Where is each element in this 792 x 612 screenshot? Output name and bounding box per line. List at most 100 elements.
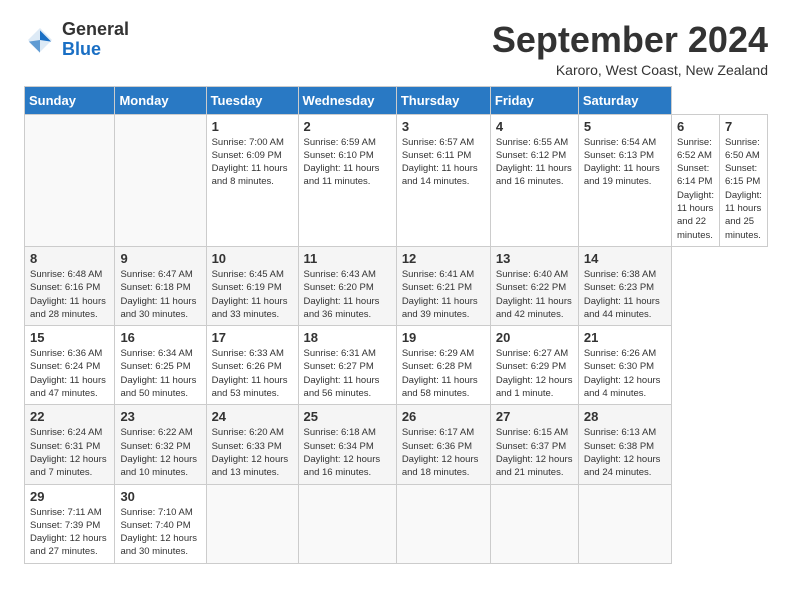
day-info-24: Sunrise: 6:20 AMSunset: 6:33 PMDaylight:… xyxy=(212,426,293,479)
title-block: September 2024 Karoro, West Coast, New Z… xyxy=(492,20,768,78)
day-info-18: Sunrise: 6:31 AMSunset: 6:27 PMDaylight:… xyxy=(304,347,391,400)
day-info-15: Sunrise: 6:36 AMSunset: 6:24 PMDaylight:… xyxy=(30,347,109,400)
day-info-20: Sunrise: 6:27 AMSunset: 6:29 PMDaylight:… xyxy=(496,347,573,400)
day-number-14: 14 xyxy=(584,251,666,266)
weekday-header-sunday: Sunday xyxy=(25,86,115,114)
day-info-21: Sunrise: 6:26 AMSunset: 6:30 PMDaylight:… xyxy=(584,347,666,400)
day-info-26: Sunrise: 6:17 AMSunset: 6:36 PMDaylight:… xyxy=(402,426,485,479)
day-cell-13: 13 Sunrise: 6:40 AMSunset: 6:22 PMDayligh… xyxy=(490,246,578,325)
day-number-9: 9 xyxy=(120,251,200,266)
day-number-21: 21 xyxy=(584,330,666,345)
page-header: General Blue September 2024 Karoro, West… xyxy=(24,20,768,78)
day-info-25: Sunrise: 6:18 AMSunset: 6:34 PMDaylight:… xyxy=(304,426,391,479)
day-info-7: Sunrise: 6:50 AMSunset: 6:15 PMDaylight:… xyxy=(725,136,762,242)
empty-cell xyxy=(206,484,298,563)
day-info-29: Sunrise: 7:11 AMSunset: 7:39 PMDaylight:… xyxy=(30,506,109,559)
day-number-5: 5 xyxy=(584,119,666,134)
day-number-18: 18 xyxy=(304,330,391,345)
day-info-5: Sunrise: 6:54 AMSunset: 6:13 PMDaylight:… xyxy=(584,136,666,189)
day-number-12: 12 xyxy=(402,251,485,266)
day-cell-14: 14 Sunrise: 6:38 AMSunset: 6:23 PMDayligh… xyxy=(578,246,671,325)
day-info-13: Sunrise: 6:40 AMSunset: 6:22 PMDaylight:… xyxy=(496,268,573,321)
calendar-table: SundayMondayTuesdayWednesdayThursdayFrid… xyxy=(24,86,768,564)
day-cell-6: 6 Sunrise: 6:52 AMSunset: 6:14 PMDaylight… xyxy=(672,114,720,246)
day-info-6: Sunrise: 6:52 AMSunset: 6:14 PMDaylight:… xyxy=(677,136,714,242)
logo-text: General Blue xyxy=(62,20,129,60)
day-number-4: 4 xyxy=(496,119,573,134)
day-info-4: Sunrise: 6:55 AMSunset: 6:12 PMDaylight:… xyxy=(496,136,573,189)
day-info-9: Sunrise: 6:47 AMSunset: 6:18 PMDaylight:… xyxy=(120,268,200,321)
month-title: September 2024 xyxy=(492,20,768,60)
weekday-header-saturday: Saturday xyxy=(578,86,671,114)
day-cell-25: 25 Sunrise: 6:18 AMSunset: 6:34 PMDayligh… xyxy=(298,405,396,484)
day-number-10: 10 xyxy=(212,251,293,266)
day-info-28: Sunrise: 6:13 AMSunset: 6:38 PMDaylight:… xyxy=(584,426,666,479)
day-cell-17: 17Sunrise: 6:33 AMSunset: 6:26 PMDayligh… xyxy=(206,326,298,405)
day-number-3: 3 xyxy=(402,119,485,134)
day-number-28: 28 xyxy=(584,409,666,424)
day-cell-26: 26 Sunrise: 6:17 AMSunset: 6:36 PMDayligh… xyxy=(396,405,490,484)
day-cell-2: 2 Sunrise: 6:59 AMSunset: 6:10 PMDaylight… xyxy=(298,114,396,246)
day-number-13: 13 xyxy=(496,251,573,266)
logo-icon xyxy=(24,24,56,56)
day-number-17: 17 xyxy=(212,330,293,345)
day-number-26: 26 xyxy=(402,409,485,424)
day-number-15: 15 xyxy=(30,330,109,345)
week-row-4: 22Sunrise: 6:24 AMSunset: 6:31 PMDayligh… xyxy=(25,405,768,484)
day-cell-1: 1Sunrise: 7:00 AMSunset: 6:09 PMDaylight… xyxy=(206,114,298,246)
day-number-16: 16 xyxy=(120,330,200,345)
day-info-2: Sunrise: 6:59 AMSunset: 6:10 PMDaylight:… xyxy=(304,136,391,189)
day-cell-3: 3 Sunrise: 6:57 AMSunset: 6:11 PMDaylight… xyxy=(396,114,490,246)
day-info-3: Sunrise: 6:57 AMSunset: 6:11 PMDaylight:… xyxy=(402,136,485,189)
day-number-22: 22 xyxy=(30,409,109,424)
day-cell-22: 22Sunrise: 6:24 AMSunset: 6:31 PMDayligh… xyxy=(25,405,115,484)
day-cell-21: 21 Sunrise: 6:26 AMSunset: 6:30 PMDayligh… xyxy=(578,326,671,405)
day-number-7: 7 xyxy=(725,119,762,134)
day-cell-12: 12 Sunrise: 6:41 AMSunset: 6:21 PMDayligh… xyxy=(396,246,490,325)
day-info-23: Sunrise: 6:22 AMSunset: 6:32 PMDaylight:… xyxy=(120,426,200,479)
week-row-3: 15 Sunrise: 6:36 AMSunset: 6:24 PMDayligh… xyxy=(25,326,768,405)
day-number-27: 27 xyxy=(496,409,573,424)
weekday-header-thursday: Thursday xyxy=(396,86,490,114)
day-cell-20: 20 Sunrise: 6:27 AMSunset: 6:29 PMDayligh… xyxy=(490,326,578,405)
day-info-30: Sunrise: 7:10 AMSunset: 7:40 PMDaylight:… xyxy=(120,506,200,559)
day-cell-15: 15 Sunrise: 6:36 AMSunset: 6:24 PMDayligh… xyxy=(25,326,115,405)
day-info-12: Sunrise: 6:41 AMSunset: 6:21 PMDaylight:… xyxy=(402,268,485,321)
weekday-header-wednesday: Wednesday xyxy=(298,86,396,114)
day-number-6: 6 xyxy=(677,119,714,134)
day-number-24: 24 xyxy=(212,409,293,424)
empty-cell xyxy=(578,484,671,563)
day-info-16: Sunrise: 6:34 AMSunset: 6:25 PMDaylight:… xyxy=(120,347,200,400)
logo: General Blue xyxy=(24,20,129,60)
day-cell-19: 19Sunrise: 6:29 AMSunset: 6:28 PMDayligh… xyxy=(396,326,490,405)
day-cell-4: 4 Sunrise: 6:55 AMSunset: 6:12 PMDaylight… xyxy=(490,114,578,246)
logo-general: General xyxy=(62,20,129,40)
day-number-20: 20 xyxy=(496,330,573,345)
day-number-30: 30 xyxy=(120,489,200,504)
day-cell-23: 23 Sunrise: 6:22 AMSunset: 6:32 PMDayligh… xyxy=(115,405,206,484)
day-number-23: 23 xyxy=(120,409,200,424)
day-info-1: Sunrise: 7:00 AMSunset: 6:09 PMDaylight:… xyxy=(212,136,293,189)
day-number-2: 2 xyxy=(304,119,391,134)
day-info-11: Sunrise: 6:43 AMSunset: 6:20 PMDaylight:… xyxy=(304,268,391,321)
day-cell-7: 7 Sunrise: 6:50 AMSunset: 6:15 PMDaylight… xyxy=(719,114,767,246)
week-row-1: 1Sunrise: 7:00 AMSunset: 6:09 PMDaylight… xyxy=(25,114,768,246)
week-row-5: 29 Sunrise: 7:11 AMSunset: 7:39 PMDayligh… xyxy=(25,484,768,563)
day-number-25: 25 xyxy=(304,409,391,424)
day-info-8: Sunrise: 6:48 AMSunset: 6:16 PMDaylight:… xyxy=(30,268,109,321)
day-cell-5: 5 Sunrise: 6:54 AMSunset: 6:13 PMDaylight… xyxy=(578,114,671,246)
week-row-2: 8 Sunrise: 6:48 AMSunset: 6:16 PMDaylight… xyxy=(25,246,768,325)
day-number-8: 8 xyxy=(30,251,109,266)
day-cell-9: 9 Sunrise: 6:47 AMSunset: 6:18 PMDaylight… xyxy=(115,246,206,325)
weekday-header-row: SundayMondayTuesdayWednesdayThursdayFrid… xyxy=(25,86,768,114)
day-cell-18: 18 Sunrise: 6:31 AMSunset: 6:27 PMDayligh… xyxy=(298,326,396,405)
day-cell-30: 30 Sunrise: 7:10 AMSunset: 7:40 PMDayligh… xyxy=(115,484,206,563)
day-info-14: Sunrise: 6:38 AMSunset: 6:23 PMDaylight:… xyxy=(584,268,666,321)
day-cell-16: 16 Sunrise: 6:34 AMSunset: 6:25 PMDayligh… xyxy=(115,326,206,405)
day-cell-8: 8 Sunrise: 6:48 AMSunset: 6:16 PMDaylight… xyxy=(25,246,115,325)
day-cell-27: 27 Sunrise: 6:15 AMSunset: 6:37 PMDayligh… xyxy=(490,405,578,484)
day-number-29: 29 xyxy=(30,489,109,504)
day-info-27: Sunrise: 6:15 AMSunset: 6:37 PMDaylight:… xyxy=(496,426,573,479)
weekday-header-friday: Friday xyxy=(490,86,578,114)
day-cell-28: 28 Sunrise: 6:13 AMSunset: 6:38 PMDayligh… xyxy=(578,405,671,484)
